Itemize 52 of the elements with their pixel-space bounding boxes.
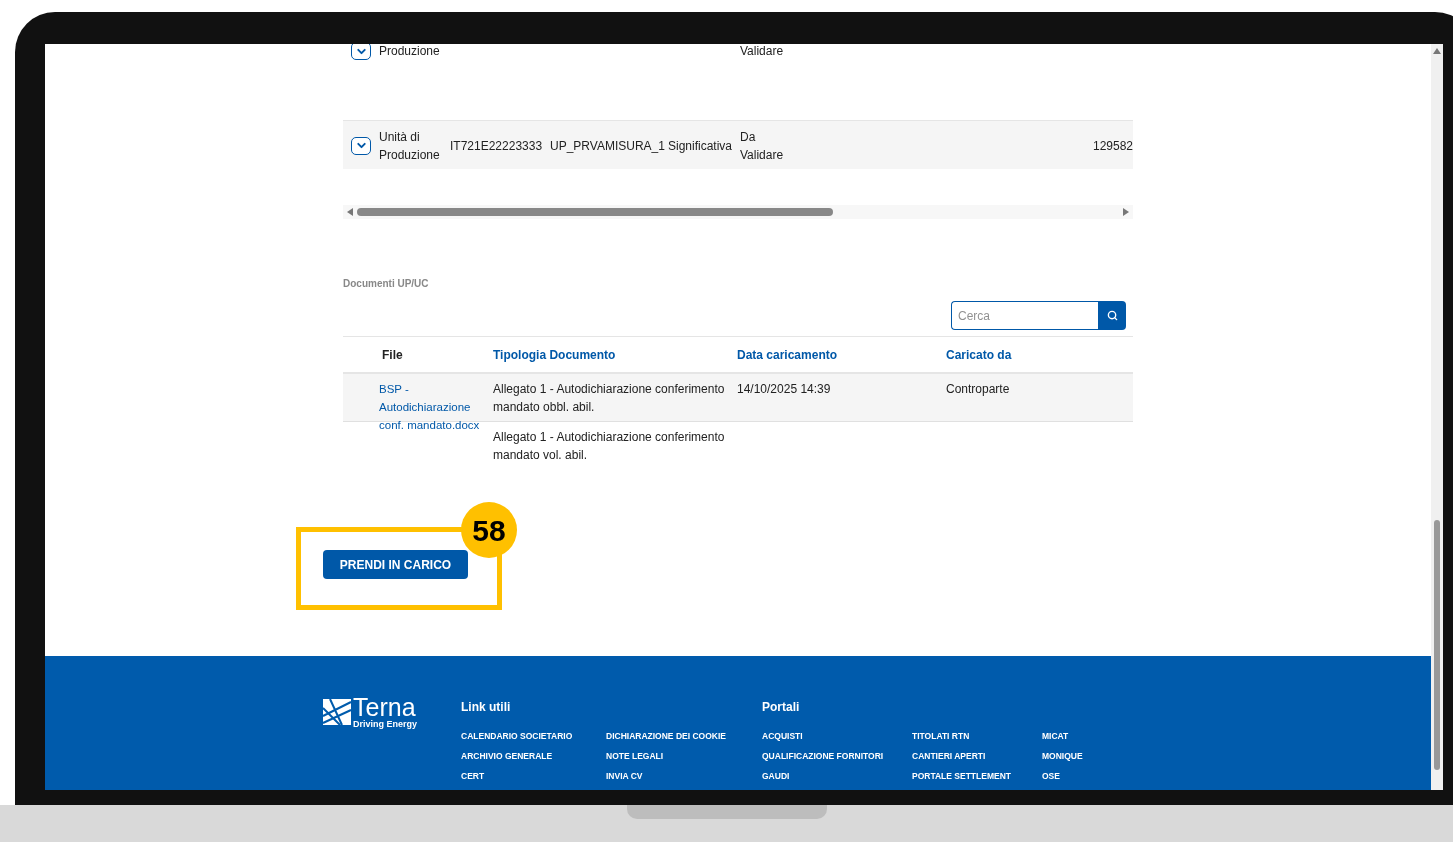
table-cell: 14/10/2025 14:39 <box>737 382 831 396</box>
scroll-left-icon[interactable] <box>347 208 353 216</box>
expand-button[interactable] <box>351 136 371 155</box>
column-header[interactable]: Data caricamento <box>737 347 838 362</box>
footer-link[interactable]: OSE <box>1042 770 1132 782</box>
take-charge-button[interactable]: PRENDI IN CARICO <box>323 550 468 579</box>
logo-name: Terna <box>353 695 417 720</box>
scroll-up-icon[interactable] <box>1433 48 1441 54</box>
footer-link[interactable]: CERT <box>461 770 606 782</box>
vertical-scrollbar[interactable] <box>1431 44 1443 790</box>
table-cell: Controparte <box>946 382 1010 396</box>
column-header: File <box>382 347 403 362</box>
search-button[interactable] <box>1098 301 1126 330</box>
file-link[interactable]: BSP - Autodichiarazione conf. mandato.docx <box>379 380 489 434</box>
horizontal-scrollbar[interactable] <box>343 205 1133 219</box>
scroll-right-icon[interactable] <box>1123 208 1129 216</box>
footer-heading: Portali <box>762 699 801 716</box>
footer-link[interactable]: CANTIERI APERTI <box>912 750 1042 762</box>
table-cell: Allegato 1 - Autodichiarazione conferimento mandato obbl. abil. <box>493 382 725 414</box>
footer-link[interactable]: INVIA CV <box>606 770 762 782</box>
footer-link[interactable]: ACQUISTI <box>762 730 912 742</box>
footer-link[interactable]: MICAT <box>1042 730 1132 742</box>
table-cell: Allegato 1 - Autodichiarazione conferimento mandato vol. abil. <box>493 430 725 462</box>
column-header[interactable]: Tipologia Documento <box>493 347 616 362</box>
search-field[interactable]: Cerca <box>951 301 1098 330</box>
table-cell: IT721E22223333 <box>450 138 543 153</box>
footer-link[interactable]: ARCHIVIO GENERALE <box>461 750 606 762</box>
table-cell: Significativa <box>668 138 733 153</box>
scrollbar-thumb[interactable] <box>357 208 833 216</box>
footer-link[interactable]: QUALIFICAZIONE FORNITORI <box>762 750 912 762</box>
table-cell: Validare <box>740 44 784 58</box>
table-cell: Da Validare <box>740 129 784 162</box>
search-icon <box>1106 310 1118 321</box>
footer-link[interactable]: PORTALE SETTLEMENT <box>912 770 1042 782</box>
logo-mark-icon <box>322 698 352 726</box>
table-cell: Unità di Produzione <box>379 129 440 162</box>
footer-link[interactable]: MONIQUE <box>1042 750 1132 762</box>
step-badge: 58 <box>461 502 517 558</box>
scrollbar-thumb[interactable] <box>1434 520 1440 770</box>
expand-button[interactable] <box>351 44 371 60</box>
footer-heading: Link utili <box>461 699 512 716</box>
footer-link[interactable]: CALENDARIO SOCIETARIO <box>461 730 606 742</box>
table-cell: 129582 <box>1092 138 1133 153</box>
section-title: Documenti UP/UC <box>343 277 430 291</box>
footer-link[interactable]: TITOLATI RTN <box>912 730 1042 742</box>
footer-link[interactable]: DICHIARAZIONE DEI COOKIE <box>606 730 762 742</box>
footer-link[interactable]: GAUDI <box>762 770 912 782</box>
footer-link[interactable]: NOTE LEGALI <box>606 750 762 762</box>
table-cell: Produzione <box>379 44 440 58</box>
logo-tagline: Driving Energy <box>353 720 417 729</box>
column-header[interactable]: Caricato da <box>946 347 1012 362</box>
table-cell: UP_PRVAMISURA_1 <box>550 138 665 153</box>
